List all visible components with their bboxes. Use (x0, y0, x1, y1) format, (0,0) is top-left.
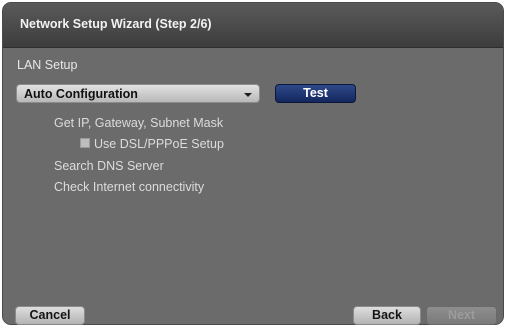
step-get-ip-label: Get IP, Gateway, Subnet Mask (54, 116, 224, 130)
title-bar: Network Setup Wizard (Step 2/6) (3, 3, 503, 48)
lan-configuration-dropdown[interactable]: Auto Configuration (16, 84, 260, 103)
chevron-down-icon (244, 93, 252, 97)
use-dsl-checkbox[interactable] (80, 138, 90, 148)
step-check-internet-label: Check Internet connectivity (54, 180, 205, 194)
window-title: Network Setup Wizard (Step 2/6) (20, 17, 212, 31)
test-button[interactable]: Test (275, 84, 356, 103)
step-search-dns-label: Search DNS Server (54, 159, 164, 173)
cancel-button[interactable]: Cancel (15, 306, 85, 325)
use-dsl-label: Use DSL/PPPoE Setup (94, 137, 224, 151)
back-button[interactable]: Back (353, 306, 421, 325)
dropdown-selected-value: Auto Configuration (24, 87, 138, 101)
lan-setup-label: LAN Setup (17, 58, 78, 72)
next-button[interactable]: Next (426, 306, 497, 325)
